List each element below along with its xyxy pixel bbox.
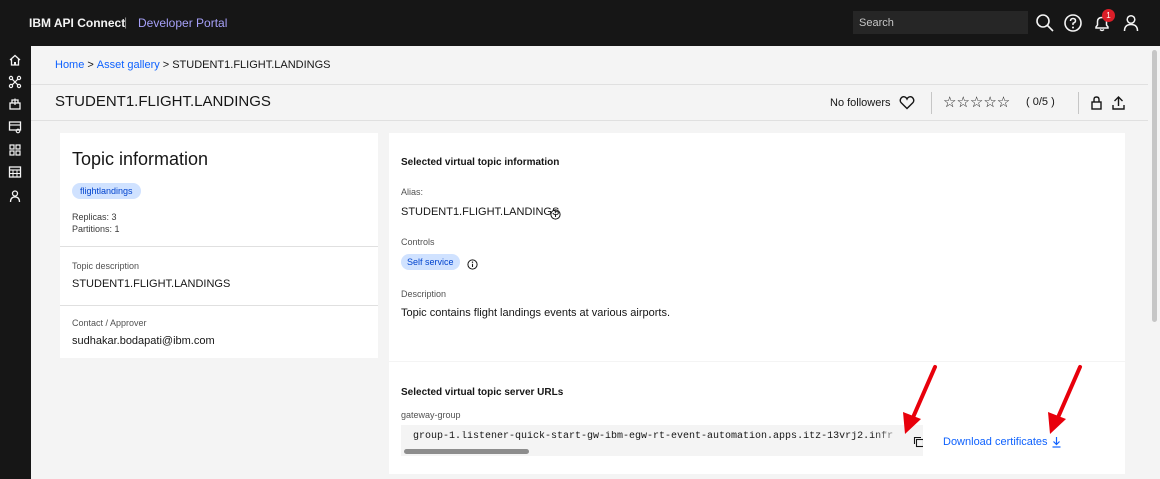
portal-name[interactable]: Developer Portal bbox=[138, 16, 227, 30]
controls-label: Controls bbox=[401, 237, 435, 247]
divider bbox=[60, 305, 378, 306]
breadcrumb-current: STUDENT1.FLIGHT.LANDINGS bbox=[172, 59, 331, 71]
virtual-topic-card: Selected virtual topic information Alias… bbox=[389, 133, 1125, 361]
share-upload-icon[interactable] bbox=[1111, 95, 1126, 111]
user-icon[interactable] bbox=[1120, 12, 1142, 34]
breadcrumb-separator: > bbox=[87, 59, 94, 71]
catalog-icon[interactable] bbox=[8, 143, 22, 157]
user-icon[interactable] bbox=[8, 189, 22, 203]
download-icon[interactable] bbox=[1051, 435, 1062, 448]
info-icon[interactable] bbox=[467, 257, 478, 270]
topic-information-title: Topic information bbox=[72, 149, 209, 169]
description-label: Description bbox=[401, 289, 447, 299]
followers-count: No followers bbox=[830, 97, 891, 109]
contact-value: sudhakar.bodapati@ibm.com bbox=[72, 335, 215, 347]
alias-value: STUDENT1.FLIGHT.LANDINGS bbox=[401, 206, 560, 218]
top-header: IBM API Connect | Developer Portal Searc… bbox=[0, 0, 1160, 46]
topic-description-label: Topic description bbox=[72, 261, 140, 271]
home-icon[interactable] bbox=[8, 53, 22, 67]
calendar-icon[interactable] bbox=[8, 165, 22, 179]
url-fade bbox=[871, 425, 911, 456]
virtual-topic-heading: Selected virtual topic information bbox=[401, 157, 560, 168]
search-icon[interactable] bbox=[1034, 12, 1056, 34]
rating-stars[interactable]: ☆☆☆☆☆ bbox=[943, 93, 1010, 111]
page-scrollbar-thumb[interactable] bbox=[1152, 50, 1157, 322]
url-scrollbar-thumb[interactable] bbox=[404, 449, 529, 454]
topic-tag[interactable]: flightlandings bbox=[72, 183, 141, 199]
partitions-count: Partitions: 1 bbox=[72, 224, 120, 234]
info-icon[interactable] bbox=[550, 207, 561, 220]
copy-icon[interactable] bbox=[913, 435, 923, 448]
search-input[interactable]: Search bbox=[853, 11, 1028, 34]
lock-icon[interactable] bbox=[1089, 95, 1104, 111]
brand-separator: | bbox=[124, 15, 128, 29]
products-icon[interactable] bbox=[8, 97, 22, 111]
divider bbox=[1078, 92, 1079, 114]
breadcrumb: Home > Asset gallery > STUDENT1.FLIGHT.LANDI… bbox=[55, 59, 331, 71]
divider bbox=[60, 246, 378, 247]
replicas-count: Replicas: 3 bbox=[72, 212, 117, 222]
server-urls-heading: Selected virtual topic server URLs bbox=[401, 387, 564, 398]
help-icon[interactable] bbox=[1062, 12, 1084, 34]
alias-label: Alias: bbox=[401, 187, 424, 197]
breadcrumb-separator: > bbox=[162, 59, 170, 71]
notification-badge: 1 bbox=[1102, 9, 1115, 22]
breadcrumb-home[interactable]: Home bbox=[55, 59, 84, 71]
server-url-field[interactable]: group-1.listener-quick-start-gw-ibm-egw-… bbox=[401, 425, 923, 456]
server-urls-card: Selected virtual topic server URLs gatew… bbox=[389, 362, 1125, 474]
contact-label: Contact / Approver bbox=[72, 318, 147, 328]
rating-value: ( 0/5 ) bbox=[1026, 96, 1055, 108]
download-certificates-link[interactable]: Download certificates bbox=[943, 436, 1048, 448]
follow-heart-icon[interactable] bbox=[899, 95, 915, 110]
brand-name[interactable]: IBM API Connect bbox=[29, 16, 125, 30]
self-service-tag: Self service bbox=[401, 254, 460, 270]
gateway-group-label: gateway-group bbox=[401, 410, 461, 420]
divider bbox=[931, 92, 932, 114]
server-url-text[interactable]: group-1.listener-quick-start-gw-ibm-egw-… bbox=[413, 431, 893, 442]
topic-information-card: Topic information flightlandings Replica… bbox=[60, 133, 378, 358]
apps-icon[interactable] bbox=[8, 120, 22, 134]
page-title: STUDENT1.FLIGHT.LANDINGS bbox=[55, 93, 271, 110]
description-value: Topic contains flight landings events at… bbox=[401, 307, 671, 319]
side-nav bbox=[0, 46, 31, 479]
breadcrumb-asset-gallery[interactable]: Asset gallery bbox=[97, 59, 160, 71]
topic-description-value: STUDENT1.FLIGHT.LANDINGS bbox=[72, 278, 231, 290]
api-icon[interactable] bbox=[8, 75, 22, 89]
